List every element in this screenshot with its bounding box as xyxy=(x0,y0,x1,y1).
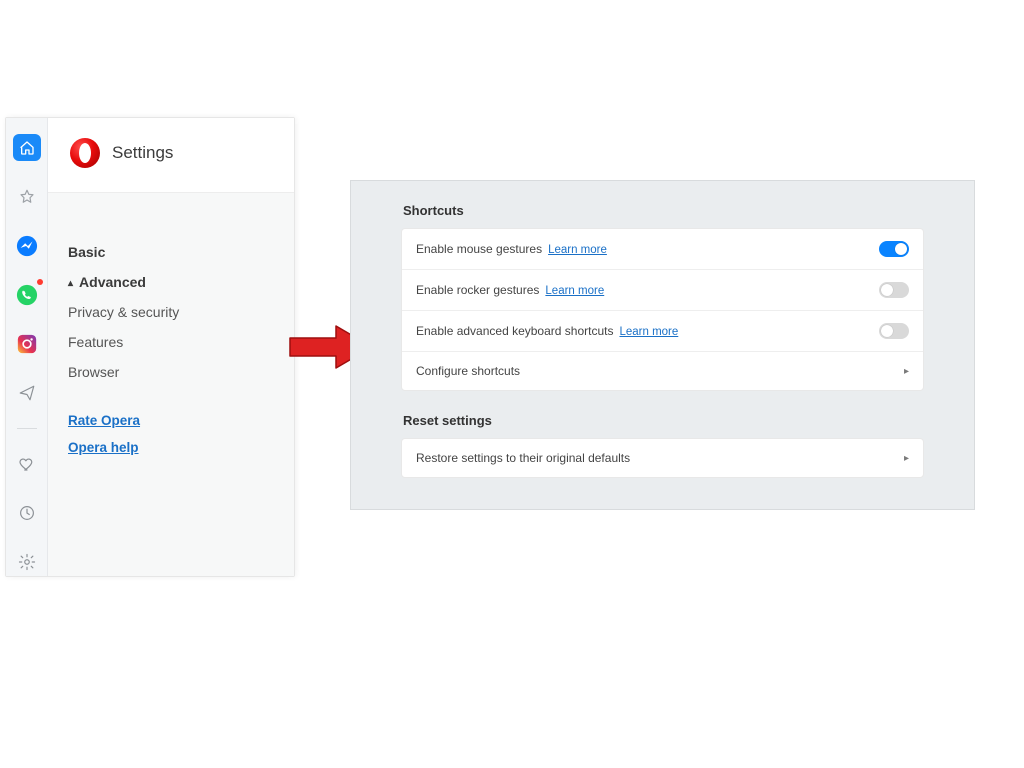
restore-defaults-row[interactable]: Restore settings to their original defau… xyxy=(402,439,923,477)
toggle-keyboard-shortcuts[interactable] xyxy=(879,323,909,339)
chevron-right-icon: ▸ xyxy=(904,366,909,377)
toggle-rocker-gestures[interactable] xyxy=(879,282,909,298)
send-icon[interactable] xyxy=(13,379,41,406)
notification-dot-icon xyxy=(37,279,43,285)
restore-defaults-label: Restore settings to their original defau… xyxy=(416,451,630,465)
messenger-icon[interactable] xyxy=(13,232,41,259)
row-keyboard-shortcuts: Enable advanced keyboard shortcuts Learn… xyxy=(402,311,923,352)
rail-divider xyxy=(17,428,37,429)
nav-browser[interactable]: Browser xyxy=(68,357,274,387)
settings-header: Settings xyxy=(48,118,294,193)
settings-title: Settings xyxy=(112,143,173,163)
gear-icon[interactable] xyxy=(13,549,41,576)
shortcuts-card: Enable mouse gestures Learn more Enable … xyxy=(401,228,924,391)
reset-card: Restore settings to their original defau… xyxy=(401,438,924,478)
star-icon[interactable] xyxy=(13,183,41,210)
nav-basic[interactable]: Basic xyxy=(68,237,274,267)
row-keyboard-shortcuts-label: Enable advanced keyboard shortcuts xyxy=(416,324,613,338)
opera-logo-icon xyxy=(70,138,100,168)
row-mouse-gestures: Enable mouse gestures Learn more xyxy=(402,229,923,270)
home-icon[interactable] xyxy=(13,134,41,161)
toggle-knob-icon xyxy=(881,325,893,337)
nav-advanced[interactable]: Advanced xyxy=(68,267,274,297)
toggle-knob-icon xyxy=(895,243,907,255)
toggle-mouse-gestures[interactable] xyxy=(879,241,909,257)
nav-opera-help-link[interactable]: Opera help xyxy=(68,434,274,461)
nav-features[interactable]: Features xyxy=(68,327,274,357)
reset-section-title: Reset settings xyxy=(403,413,924,428)
clock-icon[interactable] xyxy=(13,500,41,527)
nav-spacer xyxy=(68,387,274,407)
whatsapp-icon[interactable] xyxy=(13,281,41,308)
chevron-right-icon: ▸ xyxy=(904,453,909,464)
shortcuts-section-title: Shortcuts xyxy=(403,203,924,218)
toggle-knob-icon xyxy=(881,284,893,296)
row-mouse-gestures-left: Enable mouse gestures Learn more xyxy=(416,242,607,256)
row-keyboard-shortcuts-left: Enable advanced keyboard shortcuts Learn… xyxy=(416,324,678,338)
configure-shortcuts-row[interactable]: Configure shortcuts ▸ xyxy=(402,352,923,390)
instagram-icon[interactable] xyxy=(13,330,41,357)
icon-rail xyxy=(6,118,48,576)
configure-shortcuts-label: Configure shortcuts xyxy=(416,364,520,378)
settings-nav: Settings Basic Advanced Privacy & securi… xyxy=(48,118,294,576)
row-rocker-gestures-label: Enable rocker gestures xyxy=(416,283,539,297)
settings-nav-body: Basic Advanced Privacy & security Featur… xyxy=(48,193,294,576)
learn-more-link[interactable]: Learn more xyxy=(545,285,604,297)
learn-more-link[interactable]: Learn more xyxy=(548,244,607,256)
nav-rate-opera-link[interactable]: Rate Opera xyxy=(68,407,274,434)
settings-detail-panel: Shortcuts Enable mouse gestures Learn mo… xyxy=(350,180,975,510)
row-rocker-gestures: Enable rocker gestures Learn more xyxy=(402,270,923,311)
row-rocker-gestures-left: Enable rocker gestures Learn more xyxy=(416,283,604,297)
row-mouse-gestures-label: Enable mouse gestures xyxy=(416,242,542,256)
nav-privacy[interactable]: Privacy & security xyxy=(68,297,274,327)
settings-left-panel: Settings Basic Advanced Privacy & securi… xyxy=(5,117,295,577)
heart-icon[interactable] xyxy=(13,451,41,478)
learn-more-link[interactable]: Learn more xyxy=(619,326,678,338)
